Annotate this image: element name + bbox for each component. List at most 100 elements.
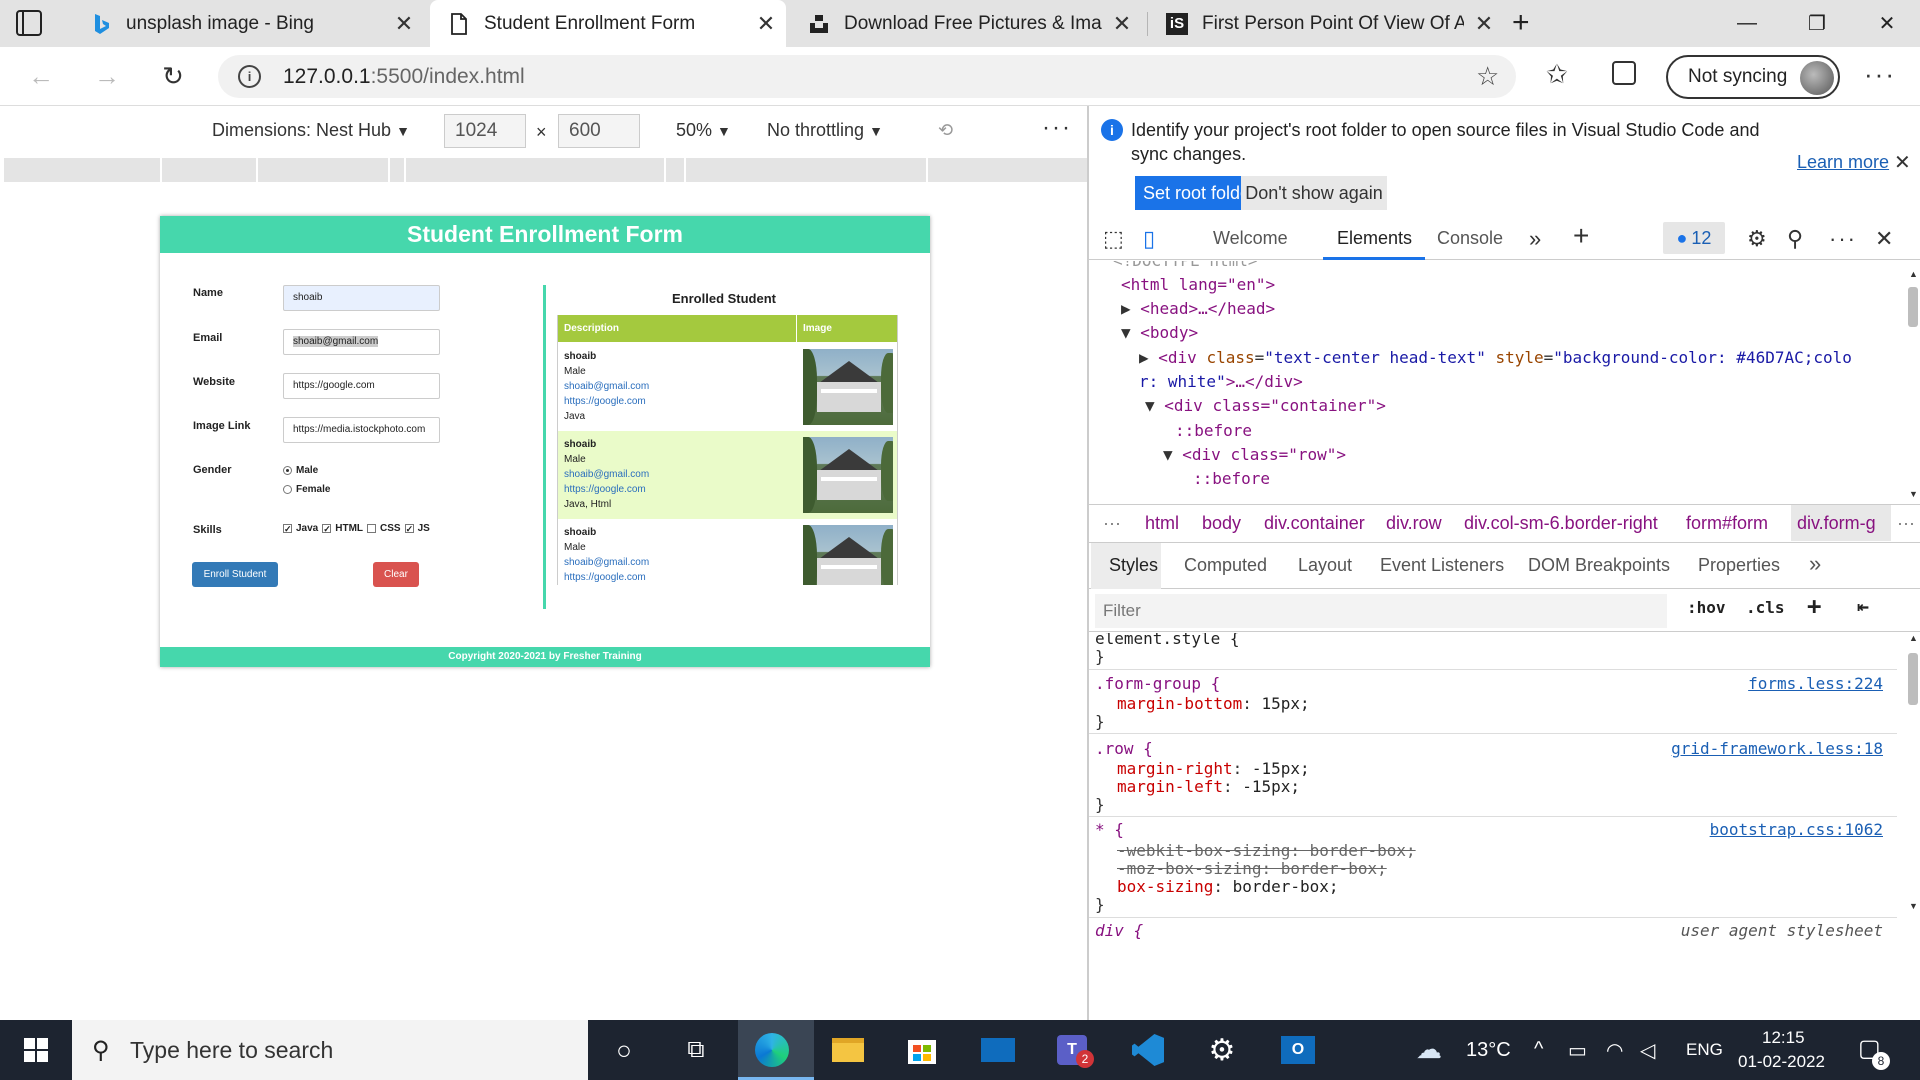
dom-head-div[interactable]: ▶ <div class="text-center head-text" sty…	[1139, 346, 1852, 371]
add-tab-icon[interactable]: +	[1573, 220, 1589, 252]
tab-actions-icon[interactable]	[16, 10, 42, 36]
more-options-icon[interactable]: ···	[1042, 114, 1072, 142]
learn-more-link[interactable]: Learn more	[1797, 152, 1889, 173]
inspect-icon[interactable]: ⬚	[1103, 226, 1124, 252]
more-icon[interactable]: ···	[1864, 59, 1896, 90]
dom-html[interactable]: <html lang="en">	[1121, 273, 1275, 298]
crumb-form-group[interactable]: div.form-g	[1791, 505, 1891, 541]
throttling-dropdown[interactable]: No throttling ▼	[767, 120, 883, 141]
close-devtools-icon[interactable]: ✕	[1875, 226, 1893, 252]
subtab-dom-breakpoints[interactable]: DOM Breakpoints	[1528, 555, 1670, 576]
dom-before[interactable]: ::before	[1175, 419, 1252, 444]
language[interactable]: ENG	[1686, 1040, 1723, 1060]
teams-icon[interactable]: T 2	[1052, 1030, 1094, 1070]
gender-female-radio[interactable]: Female	[283, 484, 330, 495]
css-checkbox[interactable]	[367, 524, 377, 533]
image-link-input[interactable]: https://media.istockphoto.com	[283, 417, 440, 443]
tab-console[interactable]: Console	[1437, 228, 1503, 249]
student-email-link[interactable]: shoaib@gmail.com	[564, 467, 649, 482]
wifi-icon[interactable]: ◠	[1606, 1038, 1623, 1063]
outlook-icon[interactable]: O	[1278, 1030, 1318, 1070]
dom-before[interactable]: ::before	[1193, 467, 1270, 492]
refresh-icon[interactable]: ↻	[152, 55, 194, 97]
student-email-link[interactable]: shoaib@gmail.com	[564, 379, 649, 394]
close-window-icon[interactable]: ✕	[1852, 0, 1920, 47]
website-input[interactable]: https://google.com	[283, 373, 440, 399]
volume-icon[interactable]: ◁	[1640, 1038, 1655, 1063]
crumb-container[interactable]: div.container	[1264, 513, 1365, 534]
student-email-link[interactable]: shoaib@gmail.com	[564, 555, 649, 570]
media-query-ruler[interactable]	[4, 158, 1087, 182]
email-input[interactable]: shoaib@gmail.com	[283, 329, 440, 355]
add-favorite-icon[interactable]: ☆	[1476, 61, 1499, 92]
subtab-computed[interactable]: Computed	[1184, 555, 1267, 576]
issues-badge[interactable]: ● 12	[1663, 222, 1725, 254]
weather-icon[interactable]: ☁	[1416, 1034, 1442, 1065]
close-tab-icon[interactable]: ✕	[1464, 11, 1504, 37]
styles-scrollbar[interactable]: ▲ ▼	[1905, 633, 1920, 1020]
collections-icon[interactable]	[1612, 61, 1636, 85]
tab-welcome[interactable]: Welcome	[1213, 228, 1288, 249]
clear-button[interactable]: Clear	[373, 562, 419, 587]
tab-istock[interactable]: iS First Person Point Of View Of A W ✕	[1148, 0, 1504, 47]
java-checkbox[interactable]: ✓	[283, 524, 292, 534]
name-input[interactable]: shoaib	[283, 285, 440, 311]
dom-container[interactable]: ▼ <div class="container">	[1145, 394, 1386, 419]
height-input[interactable]: 600	[558, 114, 640, 148]
more-tabs-icon[interactable]: »	[1529, 226, 1541, 252]
favorites-icon[interactable]: ✩	[1546, 59, 1568, 90]
close-tab-icon[interactable]: ✕	[1102, 11, 1142, 37]
crumb-form[interactable]: form#form	[1686, 513, 1768, 534]
width-input[interactable]: 1024	[444, 114, 526, 148]
subtab-layout[interactable]: Layout	[1298, 555, 1352, 576]
crumb-col[interactable]: div.col-sm-6.border-right	[1464, 513, 1658, 534]
student-website-link[interactable]: https://google.com	[564, 482, 649, 497]
back-icon[interactable]: ←	[20, 55, 62, 97]
gender-male-radio[interactable]: Male	[283, 465, 318, 476]
student-website-link[interactable]: https://google.com	[564, 570, 649, 585]
dom-body[interactable]: ▼ <body>	[1121, 321, 1198, 346]
styles-filter-input[interactable]: Filter	[1095, 594, 1667, 628]
dom-scrollbar[interactable]: ▲ ▼	[1905, 263, 1920, 504]
settings-icon[interactable]: ⚙	[1202, 1030, 1242, 1070]
new-rule-icon[interactable]: +	[1807, 592, 1821, 620]
more-options-icon[interactable]: ···	[1829, 226, 1857, 252]
chevron-up-icon[interactable]: ^	[1534, 1038, 1543, 1061]
forward-icon[interactable]: →	[86, 55, 128, 97]
clock-time[interactable]: 12:15	[1762, 1028, 1805, 1048]
store-icon[interactable]	[902, 1030, 942, 1070]
task-view-icon[interactable]: ⧉	[676, 1030, 716, 1070]
file-explorer-icon[interactable]	[828, 1030, 868, 1070]
dom-head[interactable]: ▶ <head>…</head>	[1121, 297, 1275, 322]
more-subtabs-icon[interactable]: »	[1809, 551, 1821, 577]
tab-bing[interactable]: unsplash image - Bing ✕	[72, 0, 424, 47]
crumb-body[interactable]: body	[1202, 513, 1241, 534]
battery-icon[interactable]: ▭	[1568, 1038, 1587, 1063]
tab-student-form[interactable]: Student Enrollment Form ✕	[430, 0, 786, 47]
html-checkbox[interactable]: ✓	[322, 524, 332, 534]
zoom-dropdown[interactable]: 50% ▼	[676, 120, 731, 141]
close-icon[interactable]: ✕	[1894, 150, 1911, 175]
student-website-link[interactable]: https://google.com	[564, 394, 649, 409]
tab-unsplash[interactable]: Download Free Pictures & Images ✕	[790, 0, 1142, 47]
taskbar-search-input[interactable]: ⚲ Type here to search	[72, 1020, 588, 1080]
rotate-icon[interactable]: ⟲	[938, 120, 953, 141]
crumb-html[interactable]: html	[1145, 513, 1179, 534]
profile-sync-button[interactable]: Not syncing	[1666, 55, 1840, 99]
restore-icon[interactable]: ❐	[1782, 0, 1852, 47]
tab-elements[interactable]: Elements	[1337, 228, 1412, 249]
close-tab-icon[interactable]: ✕	[384, 11, 424, 37]
start-button[interactable]	[0, 1020, 72, 1080]
sidebar-toggle-icon[interactable]: ⇤	[1857, 594, 1869, 618]
enroll-student-button[interactable]: Enroll Student	[192, 562, 278, 587]
subtab-properties[interactable]: Properties	[1698, 555, 1780, 576]
source-link[interactable]: bootstrap.css:1062	[1710, 820, 1883, 839]
clock-date[interactable]: 01-02-2022	[1738, 1052, 1825, 1072]
mail-icon[interactable]	[978, 1030, 1018, 1070]
site-info-icon[interactable]: i	[238, 65, 261, 88]
crumb-row[interactable]: div.row	[1386, 513, 1442, 534]
edge-icon[interactable]	[752, 1030, 792, 1070]
customize-icon[interactable]: ⚲	[1787, 226, 1803, 252]
gear-icon[interactable]: ⚙	[1747, 226, 1767, 252]
dimensions-dropdown[interactable]: Dimensions: Nest Hub ▼	[212, 120, 410, 141]
